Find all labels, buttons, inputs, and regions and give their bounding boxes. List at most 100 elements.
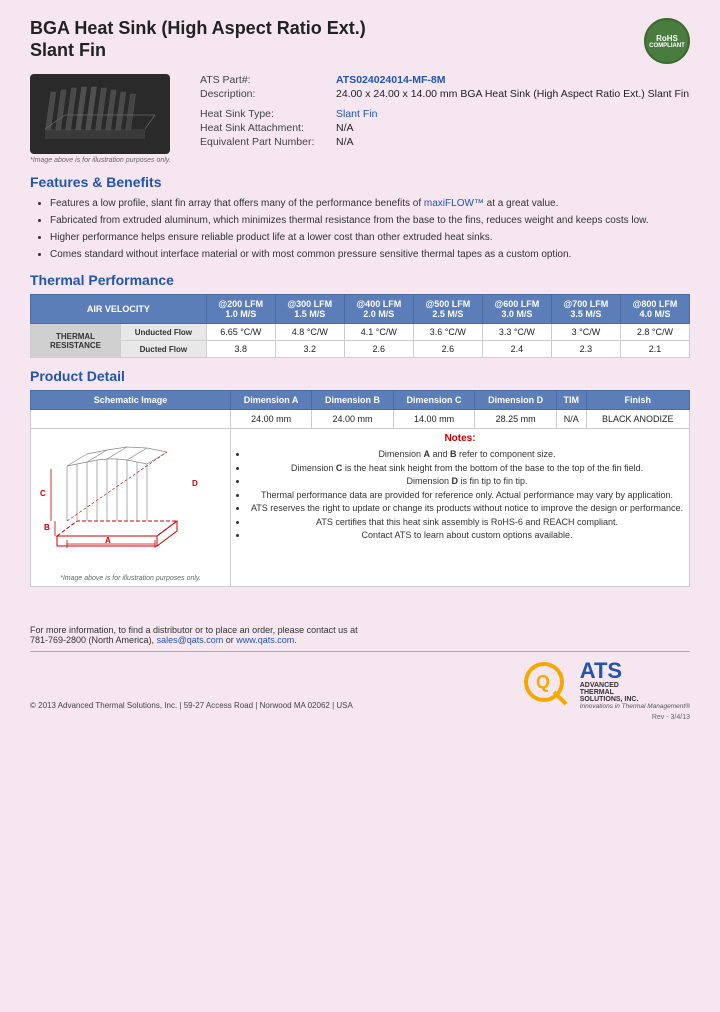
unducted-400: 4.1 °C/W [344,324,413,341]
note-7: Contact ATS to learn about custom option… [248,529,686,543]
col-200lfm: @200 LFM1.0 M/S [206,295,275,324]
highlight-maxiflow: maxiFLOW™ [424,198,484,209]
footer-separator [30,651,690,652]
page: BGA Heat Sink (High Aspect Ratio Ext.) S… [0,0,720,1012]
schematic-drawing: A B C D [37,436,212,571]
air-velocity-header: AIR VELOCITY [31,295,207,324]
notes-title: Notes: [234,433,686,444]
part-number-row: ATS Part#: ATS024024014-MF-8M [200,74,690,86]
tim-value: N/A [556,410,586,429]
thermal-resistance-label: THERMAL RESISTANCE [31,324,121,358]
type-value: Slant Fin [336,108,377,120]
unducted-600: 3.3 °C/W [482,324,551,341]
ats-tagline: Innovations in Thermal Management® [580,703,690,710]
product-detail-title: Product Detail [30,368,690,384]
dim-c-value: 14.00 mm [393,410,475,429]
description-value: 24.00 x 24.00 x 14.00 mm BGA Heat Sink (… [336,88,689,100]
ducted-500: 2.6 [413,341,482,358]
note-6: ATS certifies that this heat sink assemb… [248,516,686,530]
revision-note: Rev - 3/4/13 [30,714,690,721]
ducted-400: 2.6 [344,341,413,358]
dim-d-header: Dimension D [475,391,557,410]
finish-header: Finish [586,391,689,410]
product-details: ATS Part#: ATS024024014-MF-8M Descriptio… [200,74,690,164]
schematic-drawing-cell: A B C D *Image ab [31,429,231,587]
dim-a-value: 24.00 mm [231,410,312,429]
part-label: ATS Part#: [200,74,330,86]
features-list: Features a low profile, slant fin array … [30,196,690,262]
unducted-800: 2.8 °C/W [620,324,689,341]
ducted-600: 2.4 [482,341,551,358]
ducted-800: 2.1 [620,341,689,358]
footer-left: © 2013 Advanced Thermal Solutions, Inc. … [30,701,353,710]
description-row: Description: 24.00 x 24.00 x 14.00 mm BG… [200,88,690,100]
attachment-value: N/A [336,122,354,134]
heatsink-svg [35,77,165,152]
ats-logo-text: ATS ADVANCEDTHERMALSOLUTIONS, INC. Innov… [580,660,690,710]
image-note-product: *Image above is for illustration purpose… [30,157,180,164]
header: BGA Heat Sink (High Aspect Ratio Ext.) S… [30,18,690,64]
svg-text:B: B [44,523,50,532]
feature-item-3: Higher performance helps ensure reliable… [50,230,690,245]
type-row: Heat Sink Type: Slant Fin [200,108,690,120]
page-title: BGA Heat Sink (High Aspect Ratio Ext.) S… [30,18,366,61]
ats-fullname: ADVANCEDTHERMALSOLUTIONS, INC. [580,682,690,703]
col-800lfm: @800 LFM4.0 M/S [620,295,689,324]
col-700lfm: @700 LFM3.5 M/S [551,295,620,324]
ats-logo-svg: Q [522,660,572,710]
product-detail-table: Schematic Image Dimension A Dimension B … [30,390,690,587]
finish-value: BLACK ANODIZE [586,410,689,429]
ducted-label: Ducted Flow [121,341,207,358]
note-3: Dimension D is fin tip to fin tip. [248,475,686,489]
website-link[interactable]: www.qats.com [236,635,294,645]
ats-acronym: ATS [580,660,690,682]
note-1: Dimension A and B refer to component siz… [248,448,686,462]
thermal-table: AIR VELOCITY @200 LFM1.0 M/S @300 LFM1.5… [30,294,690,358]
email-link[interactable]: sales@qats.com [157,635,224,645]
part-number-value: ATS024024014-MF-8M [336,74,446,86]
footer-contact: For more information, to find a distribu… [30,625,690,645]
unducted-200: 6.65 °C/W [206,324,275,341]
features-title: Features & Benefits [30,174,690,190]
schematic-image-cell [31,410,231,429]
notes-cell: Notes: Dimension A and B refer to compon… [231,429,690,587]
schematic-header: Schematic Image [31,391,231,410]
feature-item-4: Comes standard without interface materia… [50,247,690,262]
product-image [30,74,170,154]
dim-b-header: Dimension B [312,391,394,410]
note-5: ATS reserves the right to update or chan… [248,502,686,516]
email-connector: or [226,635,237,645]
note-4: Thermal performance data are provided fo… [248,489,686,503]
dim-d-value: 28.25 mm [475,410,557,429]
copyright: © 2013 Advanced Thermal Solutions, Inc. … [30,701,353,710]
col-400lfm: @400 LFM2.0 M/S [344,295,413,324]
footer-bottom: © 2013 Advanced Thermal Solutions, Inc. … [30,660,690,710]
ducted-300: 3.2 [275,341,344,358]
thermal-title: Thermal Performance [30,272,690,288]
unducted-700: 3 °C/W [551,324,620,341]
ducted-200: 3.8 [206,341,275,358]
unducted-label: Unducted Flow [121,324,207,341]
ats-logo: Q ATS ADVANCEDTHERMALSOLUTIONS, INC. Inn… [522,660,690,710]
notes-list: Dimension A and B refer to component siz… [234,448,686,543]
rohs-badge: RoHS COMPLIANT [644,18,690,64]
product-info: *Image above is for illustration purpose… [30,74,690,164]
svg-text:D: D [192,479,198,488]
type-label: Heat Sink Type: [200,108,330,120]
col-600lfm: @600 LFM3.0 M/S [482,295,551,324]
phone: 781-769-2800 (North America), [30,635,154,645]
note-2: Dimension C is the heat sink height from… [248,462,686,476]
feature-item-2: Fabricated from extruded aluminum, which… [50,213,690,228]
unducted-500: 3.6 °C/W [413,324,482,341]
product-image-container: *Image above is for illustration purpose… [30,74,180,164]
schematic-svg-wrap: A B C D [34,433,214,573]
ducted-700: 2.3 [551,341,620,358]
schematic-note: *Image above is for illustration purpose… [34,575,227,582]
svg-text:C: C [40,489,46,498]
equiv-row: Equivalent Part Number: N/A [200,136,690,148]
dim-c-header: Dimension C [393,391,475,410]
attachment-row: Heat Sink Attachment: N/A [200,122,690,134]
svg-text:Q: Q [536,672,550,692]
tim-header: TIM [556,391,586,410]
description-label: Description: [200,88,330,100]
